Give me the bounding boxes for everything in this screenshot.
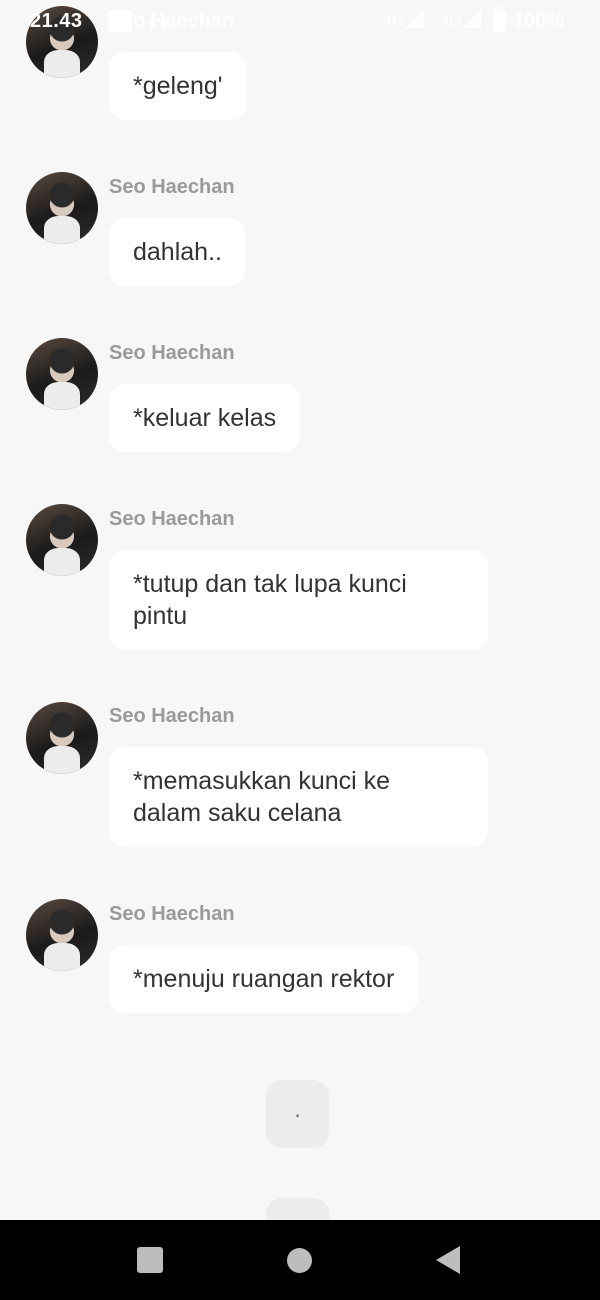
sender-name: Seo Haechan bbox=[109, 176, 235, 198]
status-time: 21.43 bbox=[30, 10, 83, 32]
avatar[interactable] bbox=[26, 338, 98, 410]
battery-percent: 100% bbox=[513, 10, 565, 32]
typing-indicator: . bbox=[266, 1080, 329, 1148]
notification-app-icon bbox=[108, 10, 132, 32]
avatar[interactable] bbox=[26, 899, 98, 971]
signal-icon-2: 4G bbox=[440, 10, 482, 31]
back-triangle-icon[interactable] bbox=[436, 1246, 460, 1274]
avatar[interactable] bbox=[26, 172, 98, 244]
message-bubble[interactable]: dahlah.. bbox=[109, 218, 246, 286]
sender-name: Seo Haechan bbox=[109, 903, 235, 925]
message-bubble[interactable]: *menuju ruangan rektor bbox=[109, 945, 419, 1013]
message-bubble[interactable]: *tutup dan tak lupa kunci pintu bbox=[109, 550, 488, 650]
sender-name: Seo Haechan bbox=[109, 342, 235, 364]
avatar[interactable] bbox=[26, 504, 98, 576]
message-bubble[interactable]: *geleng' bbox=[109, 52, 247, 120]
navigation-bar bbox=[0, 1220, 600, 1300]
sender-name: Seo Haechan bbox=[109, 508, 235, 530]
signal-icon-1: 4G bbox=[383, 10, 425, 31]
avatar[interactable] bbox=[26, 702, 98, 774]
message-bubble[interactable]: *keluar kelas bbox=[109, 384, 301, 452]
home-circle-icon[interactable] bbox=[287, 1248, 312, 1273]
recents-square-icon[interactable] bbox=[137, 1247, 163, 1273]
status-bar: 21.43 4G 4G 100% bbox=[0, 0, 600, 44]
chat-screen: 21.43 4G 4G 100% o Haechan *geleng' Seo … bbox=[0, 0, 600, 1300]
sender-name: o Haechan bbox=[133, 10, 235, 32]
message-bubble[interactable]: *memasukkan kunci ke dalam saku celana bbox=[109, 747, 488, 847]
sender-name: Seo Haechan bbox=[109, 705, 235, 727]
battery-icon bbox=[493, 7, 506, 32]
